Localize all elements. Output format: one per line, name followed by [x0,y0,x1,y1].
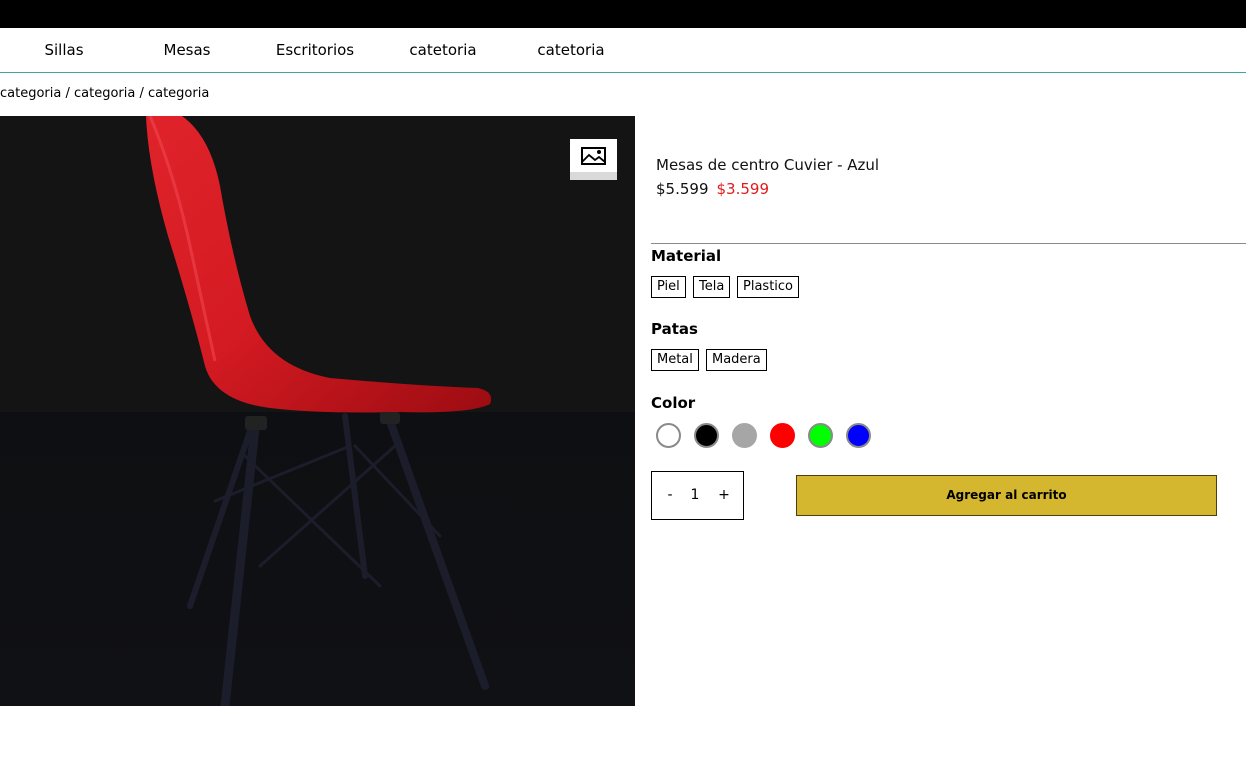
color-swatch-black[interactable] [694,423,719,448]
material-option-piel[interactable]: Piel [651,276,686,298]
price-sale: $3.599 [716,180,770,198]
main-nav: Sillas Mesas Escritorios catetoria catet… [0,28,1246,73]
price-original: $5.599 [656,180,709,198]
product-title: Mesas de centro Cuvier - Azul [656,156,880,174]
divider [651,243,1246,244]
quantity-stepper: - 1 + [651,471,744,520]
nav-item-sillas[interactable]: Sillas [0,28,128,72]
color-swatch-white[interactable] [656,423,681,448]
patas-label: Patas [651,320,698,338]
material-option-plastico[interactable]: Plastico [737,276,800,298]
add-to-cart-button[interactable]: Agregar al carrito [796,475,1217,516]
material-label: Material [651,247,722,265]
color-swatch-green[interactable] [808,423,833,448]
material-option-tela[interactable]: Tela [693,276,731,298]
breadcrumb: categoria / categoria / categoria [0,86,210,101]
nav-item-mesas[interactable]: Mesas [123,28,251,72]
product-prices: $5.599 $3.599 [656,180,769,198]
nav-item-catetoria-1[interactable]: catetoria [379,28,507,72]
image-icon [570,139,617,180]
nav-item-catetoria-2[interactable]: catetoria [507,28,635,72]
color-swatch-blue[interactable] [846,423,871,448]
patas-option-metal[interactable]: Metal [651,349,699,371]
color-swatch-gray[interactable] [732,423,757,448]
quantity-value: 1 [690,487,700,503]
chair-photo [0,116,635,706]
quantity-decrease-button[interactable]: - [660,472,680,519]
color-label: Color [651,394,696,412]
product-image [0,116,635,706]
quantity-increase-button[interactable]: + [714,472,734,519]
nav-item-escritorios[interactable]: Escritorios [251,28,379,72]
top-bar [0,0,1246,28]
color-swatch-red[interactable] [770,423,795,448]
gallery-button[interactable] [570,139,617,180]
patas-option-madera[interactable]: Madera [706,349,767,371]
